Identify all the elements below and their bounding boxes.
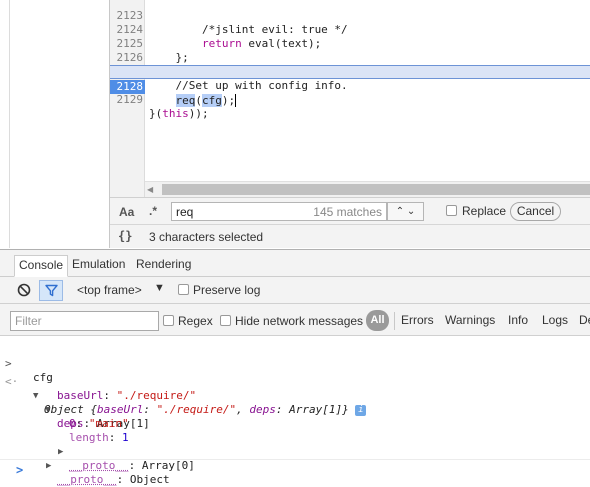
code-line[interactable]: 2125 }; <box>110 23 590 64</box>
code-text: req(cfg); <box>175 94 237 107</box>
property-value: Object <box>129 473 170 486</box>
tab-emulation[interactable]: Emulation <box>68 255 129 277</box>
drawer-tabbar: Console Emulation Rendering <box>0 249 590 277</box>
code-line-active[interactable]: 2128 req(cfg); <box>110 65 590 107</box>
console-output[interactable]: > cfg <· ▼ Object {baseUrl: "./require/"… <box>0 336 590 487</box>
property-key: __proto__ <box>57 473 117 486</box>
console-prompt-icon[interactable]: > <box>16 463 23 477</box>
match-case-toggle[interactable]: Aa <box>119 205 134 219</box>
code-line[interactable]: 2124 return eval(text); <box>110 9 590 50</box>
property-key: __proto__ <box>69 459 129 472</box>
level-logs-button[interactable]: Logs <box>542 313 568 327</box>
divider <box>394 312 395 330</box>
regex-checkbox[interactable] <box>163 315 174 326</box>
horizontal-scrollbar[interactable]: ◀ <box>145 181 590 197</box>
chevron-up-down-icon[interactable]: ⌃ ⌄ <box>396 206 416 217</box>
code-line[interactable]: 2126 <box>110 37 590 64</box>
preserve-log-checkbox[interactable] <box>178 284 189 295</box>
match-count: 145 matches <box>313 205 382 219</box>
pretty-print-icon[interactable]: {} <box>118 229 132 243</box>
filter-toggle-button[interactable] <box>39 280 63 301</box>
property-row: length: 1 <box>69 431 129 444</box>
code-line[interactable]: 2127 //Set up with config info. <box>110 51 590 92</box>
clear-console-icon[interactable] <box>17 283 31 297</box>
filter-input[interactable]: Filter <box>10 311 159 331</box>
code-line[interactable]: 2123 /*jslint evil: true */ <box>110 0 590 36</box>
property-row-expandable[interactable]: ▼ deps: Array[1] <box>0 389 590 430</box>
divider <box>0 459 590 460</box>
preserve-log-label: Preserve log <box>193 283 261 297</box>
sources-navigator-pane <box>10 0 110 248</box>
regex-label: Regex <box>178 314 213 328</box>
level-all-button[interactable]: All <box>366 310 389 331</box>
property-row-expandable[interactable]: ▶ __proto__: Array[0] <box>0 431 590 472</box>
search-input[interactable]: req 145 matches <box>171 202 387 221</box>
editor-status-bar: {} 3 characters selected <box>110 224 590 248</box>
hide-network-checkbox[interactable] <box>220 315 231 326</box>
property-row: baseUrl: "./require/" <box>57 389 197 402</box>
search-prev-next-button[interactable]: ⌃ ⌄ <box>387 202 424 221</box>
console-result-line[interactable]: <· ▼ Object {baseUrl: "./require/", deps… <box>0 361 590 416</box>
replace-checkbox[interactable] <box>446 205 457 216</box>
hide-network-label: Hide network messages <box>235 314 364 328</box>
funnel-icon <box>45 284 58 297</box>
level-warnings-button[interactable]: Warnings <box>445 313 495 327</box>
property-row: 0: "main" <box>69 417 129 430</box>
code-line[interactable]: 2129 }(this)); <box>110 79 590 120</box>
replace-label: Replace <box>462 204 507 218</box>
dropdown-arrow-icon[interactable]: ▼ <box>154 282 165 294</box>
frame-selector[interactable]: <top frame> <box>77 283 142 297</box>
tab-console[interactable]: Console <box>14 255 69 277</box>
console-toolbar: <top frame> ▼ Preserve log <box>0 277 590 304</box>
console-filter-bar: Filter Regex Hide network messages All E… <box>0 304 590 336</box>
left-sidebar-strip <box>0 0 10 248</box>
search-query: req <box>176 205 194 219</box>
property-row-expandable[interactable]: ▶ __proto__: Object <box>0 445 590 486</box>
property-value: Array[0] <box>141 459 195 472</box>
selection-status: 3 characters selected <box>149 230 264 244</box>
search-bar: Aa .* req 145 matches ⌃ ⌄ Replace Cancel <box>110 197 590 224</box>
level-errors-button[interactable]: Errors <box>401 313 434 327</box>
scroll-left-icon[interactable]: ◀ <box>147 185 153 194</box>
line-number[interactable]: 2129 <box>110 93 144 107</box>
collapse-triangle-icon[interactable]: ▶ <box>46 459 51 473</box>
scrollbar-thumb[interactable] <box>162 184 590 195</box>
code-editor[interactable]: 2123 /*jslint evil: true */ 2124 return … <box>110 0 590 197</box>
level-debug-button[interactable]: De <box>579 313 590 327</box>
cancel-search-button[interactable]: Cancel <box>510 202 561 221</box>
code-text: }(this)); <box>149 107 209 120</box>
level-info-button[interactable]: Info <box>508 313 528 327</box>
regex-toggle[interactable]: .* <box>149 204 157 218</box>
tab-rendering[interactable]: Rendering <box>132 255 195 277</box>
console-input-line: > cfg <box>0 343 590 384</box>
